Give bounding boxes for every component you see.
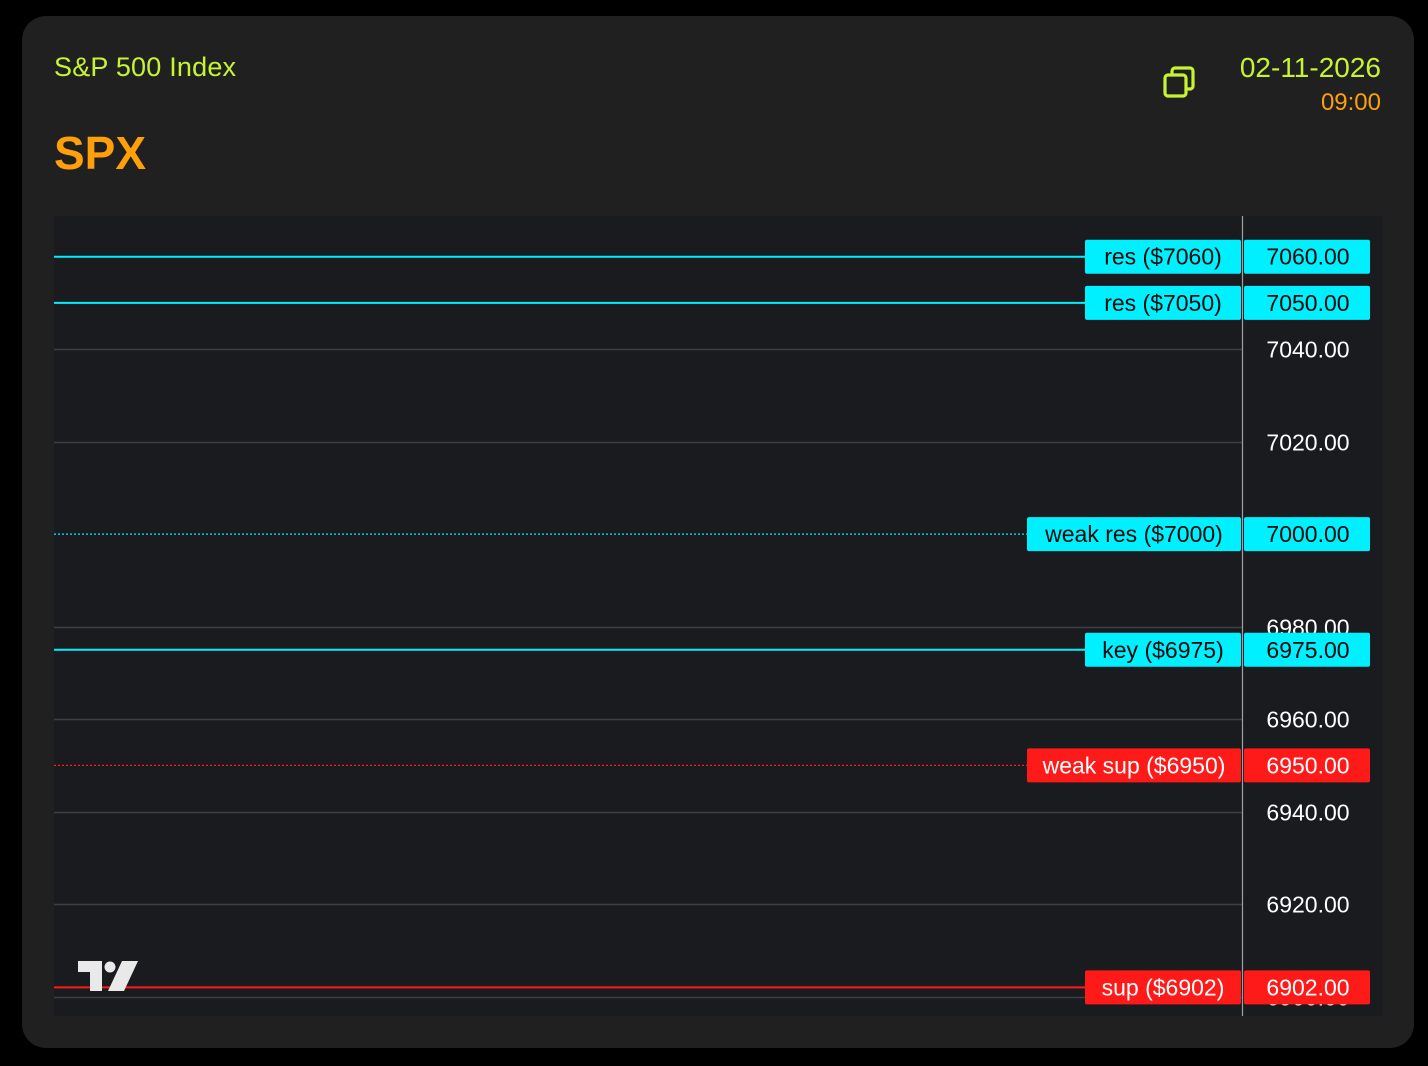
y-tick-label: 6940.00 (1266, 800, 1349, 826)
time-label: 09:00 (1320, 89, 1381, 116)
y-tick-label: 6960.00 (1266, 707, 1349, 733)
level-layer: res ($7060) 7060.00 res ($7050) 7050.00 weak… (54, 239, 1370, 1005)
level-label: key ($6975) (1102, 637, 1223, 663)
level-label: res ($7050) (1104, 290, 1222, 316)
level-support: weak sup ($6950) 6950.00 (54, 748, 1370, 783)
level-label: res ($7060) (1104, 244, 1222, 270)
y-tick-label: 7040.00 (1266, 337, 1349, 363)
grid-layer (54, 348, 1242, 999)
level-resistance: res ($7060) 7060.00 (54, 239, 1370, 274)
level-resistance: key ($6975) 6975.00 (54, 632, 1370, 667)
level-price-label: 6902.00 (1266, 974, 1349, 1000)
level-price-label: 6975.00 (1266, 637, 1349, 663)
level-price-label: 7000.00 (1266, 521, 1349, 547)
y-tick-label: 6920.00 (1266, 892, 1349, 918)
chart-card: S&P 500 Index SPX 02-11-2026 09:00 7040.… (22, 16, 1414, 1048)
tradingview-logo-icon (76, 958, 140, 994)
level-resistance: weak res ($7000) 7000.00 (54, 517, 1370, 552)
y-tick-layer: 7040.007020.006980.006960.006940.006920.… (1266, 337, 1349, 1011)
level-price-label: 6950.00 (1266, 752, 1349, 778)
index-name: S&P 500 Index (54, 52, 237, 82)
level-resistance: res ($7050) 7050.00 (54, 285, 1370, 320)
level-label: weak res ($7000) (1044, 521, 1223, 547)
level-support: sup ($6902) 6902.00 (54, 970, 1370, 1005)
level-label: weak sup ($6950) (1042, 752, 1226, 778)
y-tick-label: 7020.00 (1266, 430, 1349, 456)
copy-icon[interactable] (1160, 62, 1200, 102)
level-price-label: 7050.00 (1266, 290, 1349, 316)
level-label: sup ($6902) (1102, 974, 1225, 1000)
price-chart[interactable]: 7040.00 7020.00 6980.00 6960.00 6940.00 6920.… (54, 216, 1382, 1016)
price-chart-svg: 7040.007020.006980.006960.006940.006920.… (54, 216, 1370, 1016)
date-label: 02-11-2026 (1239, 52, 1381, 83)
level-price-label: 7060.00 (1266, 244, 1349, 270)
ticker-symbol: SPX (54, 127, 147, 179)
